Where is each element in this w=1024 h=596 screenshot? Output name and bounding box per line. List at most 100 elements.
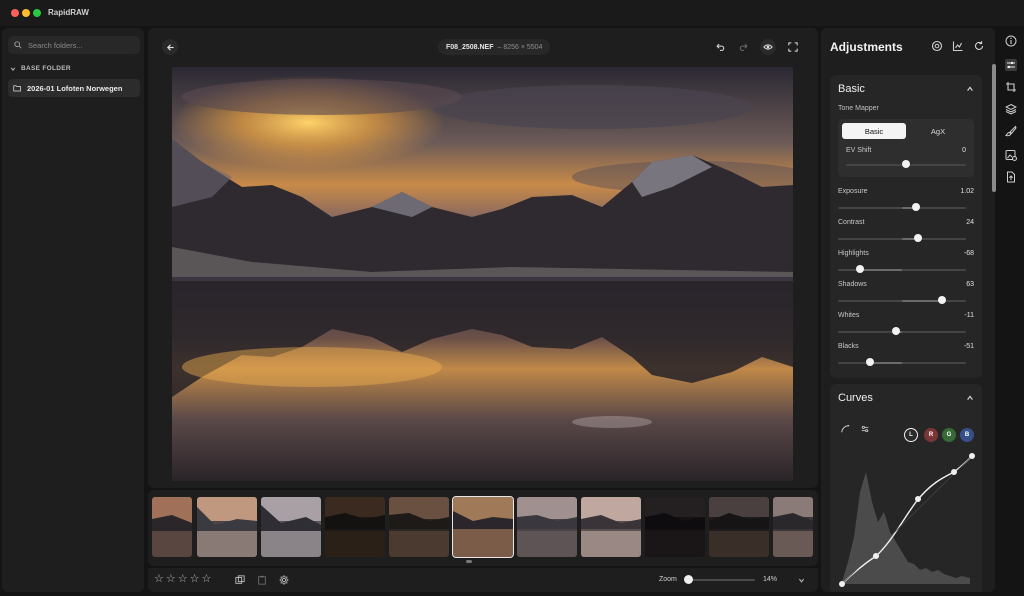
crop-icon[interactable] [1005,81,1017,93]
image-edit-icon[interactable] [1005,149,1017,161]
layers-icon[interactable] [1005,103,1017,115]
star-icon[interactable]: ☆ [178,574,188,585]
ev-shift-knob[interactable] [902,160,910,168]
arrow-left-icon [166,43,174,51]
thumbnail[interactable] [389,497,449,557]
preview-toggle-button[interactable] [760,39,776,55]
fullscreen-icon [788,42,798,52]
channel-r-button[interactable]: R [924,428,938,442]
blacks-knob[interactable] [866,358,874,366]
ev-shift-label: EV Shift [846,147,872,154]
base-folder-label: BASE FOLDER [21,65,71,72]
reset-icon[interactable] [973,40,985,52]
curve-adjust-icon[interactable] [860,424,870,434]
tool-sidebar [998,28,1024,592]
tone-mapper-label: Tone Mapper [838,105,879,112]
channel-g-button[interactable]: G [942,428,956,442]
star-icon[interactable]: ☆ [154,574,164,585]
shadows-knob[interactable] [938,296,946,304]
exposure-label: Exposure [838,188,868,195]
zoom-value: 14% [763,576,778,583]
thumbnail[interactable] [645,497,705,557]
undo-button[interactable] [712,39,728,55]
exposure-knob[interactable] [912,203,920,211]
folder-item[interactable]: 2026-01 Lofoten Norwegen [8,79,140,97]
minimize-window-button[interactable] [22,9,30,17]
chevron-up-icon[interactable] [966,85,974,93]
base-folder-header[interactable]: BASE FOLDER [10,65,71,72]
highlights-label: Highlights [838,250,869,257]
curve-point[interactable] [951,469,957,475]
basic-panel: Basic Tone Mapper Basic AgX EV Shift 0 E… [830,75,982,378]
ev-shift-value: 0 [962,147,966,154]
sliders-icon[interactable] [1005,59,1017,71]
fullscreen-button[interactable] [785,39,801,55]
export-icon[interactable] [1005,171,1017,183]
whites-track[interactable] [838,331,966,333]
shadows-label: Shadows [838,281,867,288]
adjustments-title: Adjustments [830,40,903,54]
filmstrip-scroll-indicator[interactable] [466,560,472,563]
curves-panel-title: Curves [838,392,873,404]
thumbnail-selected[interactable] [452,496,514,558]
chevron-down-icon [10,67,16,71]
star-icon[interactable]: ☆ [202,574,212,585]
chevron-down-icon[interactable] [798,577,805,584]
thumbnail[interactable] [517,497,577,557]
settings-icon[interactable] [279,575,289,585]
star-icon[interactable]: ☆ [190,574,200,585]
zoom-slider-knob[interactable] [684,575,693,584]
curve-point[interactable] [969,453,975,459]
curve-point[interactable] [839,581,845,587]
thumbnail[interactable] [261,497,321,557]
whites-knob[interactable] [892,327,900,335]
maximize-window-button[interactable] [33,9,41,17]
thumbnail[interactable] [581,497,641,557]
close-window-button[interactable] [11,9,19,17]
highlights-value: -68 [963,250,974,257]
tone-option-agx[interactable]: AgX [906,123,970,139]
thumbnail[interactable] [325,497,385,557]
curve-point[interactable] [873,553,879,559]
tone-option-basic[interactable]: Basic [842,123,906,139]
contrast-label: Contrast [838,219,865,226]
adjustments-panel: Adjustments Basic Tone Mapper Basic AgX … [821,28,995,592]
back-button[interactable] [162,39,178,55]
title-bar: RapidRAW [0,0,1024,26]
folder-sidebar: Search folders... BASE FOLDER 2026-01 Lo… [2,28,144,592]
brush-icon[interactable] [1005,125,1017,137]
redo-icon [739,43,748,51]
thumbnail[interactable] [709,497,769,557]
info-icon[interactable] [1005,35,1017,47]
search-folders-input[interactable]: Search folders... [8,36,140,54]
shadows-value: 63 [966,281,974,288]
highlights-fill [858,269,902,271]
channel-b-button[interactable]: B [960,428,974,442]
channel-l-button[interactable]: L [904,428,918,442]
star-icon[interactable]: ☆ [166,574,176,585]
main-photo[interactable] [172,67,793,481]
aperture-icon[interactable] [931,40,943,52]
blacks-track[interactable] [838,362,966,364]
bottom-toolbar: ☆ ☆ ☆ ☆ ☆ Zoom 14% [148,568,818,592]
blacks-value: -51 [963,343,974,350]
undo-icon [716,43,725,51]
contrast-knob[interactable] [914,234,922,242]
curve-graph[interactable] [834,452,978,592]
thumbnail[interactable] [152,497,192,557]
rating-stars[interactable]: ☆ ☆ ☆ ☆ ☆ [154,574,211,585]
thumbnail[interactable] [773,497,813,557]
paste-icon[interactable] [257,575,267,585]
file-info-pill: F08_2508.NEF – 8256 × 5504 [438,39,551,55]
curve-tool-icon[interactable] [840,424,850,434]
adjustments-scrollbar[interactable] [992,64,996,192]
whites-value: -11 [964,312,974,319]
thumbnail[interactable] [197,497,257,557]
redo-button[interactable] [736,39,752,55]
copy-icon[interactable] [235,575,245,585]
histogram-icon[interactable] [952,40,964,52]
zoom-slider-track[interactable] [685,579,755,581]
highlights-knob[interactable] [856,265,864,273]
curve-point[interactable] [915,496,921,502]
chevron-up-icon[interactable] [966,394,974,402]
